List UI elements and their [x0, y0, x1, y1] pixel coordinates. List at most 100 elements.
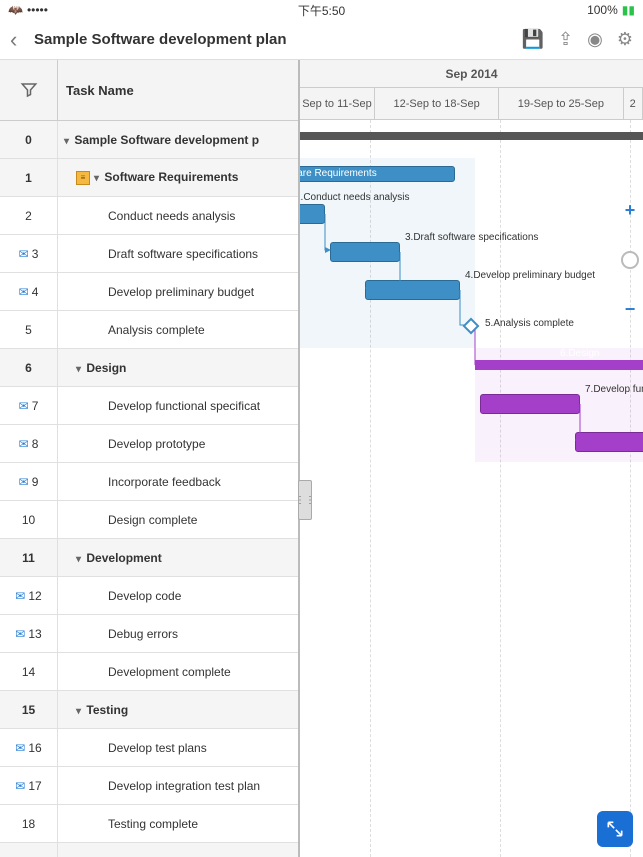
gantt-panel[interactable]: Sep 2014 Sep to 11-Sep 12-Sep to 18-Sep … [300, 60, 643, 857]
task-id-cell: 0 [0, 121, 58, 158]
task-id-cell: 19 [0, 843, 58, 857]
task-id-cell: 1 [0, 159, 58, 196]
page-title: Sample Software development plan [34, 31, 522, 48]
filter-button[interactable] [0, 60, 58, 120]
mail-icon: ✉ [15, 779, 25, 793]
task-name-cell: Development complete [58, 665, 298, 679]
task-id-cell: ✉16 [0, 729, 58, 766]
timeline-week: 12-Sep to 18-Sep [375, 88, 499, 120]
timeline-month: Sep 2014 [300, 60, 643, 88]
task-id-cell: ✉9 [0, 463, 58, 500]
task-name-cell: ▾ Design [58, 361, 298, 375]
task-row[interactable]: 10Design complete [0, 501, 298, 539]
task-name-cell: Testing complete [58, 817, 298, 831]
task-row[interactable]: ✉3Draft software specifications [0, 235, 298, 273]
gantt-label: 6.Design [560, 348, 599, 359]
task-name-cell: Develop prototype [58, 437, 298, 451]
mail-icon: ✉ [15, 627, 25, 641]
eye-icon[interactable]: ◉ [587, 29, 603, 50]
mail-icon: ✉ [19, 475, 29, 489]
task-row[interactable]: ✉4Develop preliminary budget [0, 273, 298, 311]
collapse-icon[interactable]: ▾ [76, 554, 81, 565]
task-name-cell: ▾ Testing [58, 703, 298, 717]
task-id-cell: 11 [0, 539, 58, 576]
task-name-cell: Draft software specifications [58, 247, 298, 261]
collapse-icon[interactable]: ▾ [76, 706, 81, 717]
task-name-cell: Develop code [58, 589, 298, 603]
task-row[interactable]: 6▾ Design [0, 349, 298, 387]
task-id-cell: ✉17 [0, 767, 58, 804]
task-row[interactable]: ✉17Develop integration test plan [0, 767, 298, 805]
batman-icon: 🦇 [8, 3, 23, 17]
task-row[interactable]: 5Analysis complete [0, 311, 298, 349]
collapse-icon[interactable]: ▾ [76, 364, 81, 375]
mail-icon: ✉ [19, 247, 29, 261]
task-id-cell: 15 [0, 691, 58, 728]
task-row[interactable]: 11▾ Development [0, 539, 298, 577]
task-row[interactable]: 1≡▾ Software Requirements [0, 159, 298, 197]
zoom-in-button[interactable]: + [625, 200, 636, 221]
timeline-week: Sep to 11-Sep [300, 88, 375, 120]
gantt-bar[interactable] [480, 394, 580, 414]
task-row[interactable]: 2Conduct needs analysis [0, 197, 298, 235]
task-name-cell: Debug errors [58, 627, 298, 641]
mail-icon: ✉ [19, 437, 29, 451]
task-row[interactable]: 18Testing complete [0, 805, 298, 843]
task-row[interactable]: ✉12Develop code [0, 577, 298, 615]
task-name-cell: ≡▾ Software Requirements [58, 170, 298, 185]
gantt-bar[interactable] [300, 204, 325, 224]
task-id-cell: ✉3 [0, 235, 58, 272]
gantt-bar[interactable] [330, 242, 400, 262]
task-list-panel: Task Name 0▾ Sample Software development… [0, 60, 300, 857]
task-name-cell: Conduct needs analysis [58, 209, 298, 223]
timeline-week: 19-Sep to 25-Sep [499, 88, 623, 120]
collapse-icon[interactable]: ▾ [94, 173, 99, 184]
status-time: 下午5:50 [298, 2, 345, 19]
task-id-cell: 6 [0, 349, 58, 386]
panel-splitter[interactable]: ⋮⋮ [298, 480, 312, 520]
mail-icon: ✉ [15, 741, 25, 755]
task-row[interactable]: ✉16Develop test plans [0, 729, 298, 767]
gantt-chart[interactable]: ware Requirements 2.Conduct needs analys… [300, 120, 643, 857]
gantt-bar[interactable] [575, 432, 643, 452]
task-row[interactable]: 19▾ Deployment [0, 843, 298, 857]
gantt-label: ware Requirements [300, 168, 377, 179]
collapse-icon[interactable]: ▾ [64, 136, 69, 147]
gantt-label: 2.Conduct needs analysis [300, 192, 410, 203]
column-header-task-name[interactable]: Task Name [58, 60, 298, 120]
task-row[interactable]: 15▾ Testing [0, 691, 298, 729]
task-row[interactable]: 0▾ Sample Software development p [0, 121, 298, 159]
gantt-label: 7.Develop fun [585, 384, 643, 395]
notes-icon: ≡ [76, 171, 90, 185]
dots-icon: ••••• [27, 3, 48, 17]
gantt-bar[interactable] [475, 360, 643, 370]
task-name-cell: Design complete [58, 513, 298, 527]
save-icon[interactable]: 💾 [522, 29, 544, 50]
share-icon[interactable]: ⇪ [558, 29, 573, 50]
zoom-out-button[interactable]: − [625, 299, 636, 320]
task-row[interactable]: ✉9Incorporate feedback [0, 463, 298, 501]
task-id-cell: 5 [0, 311, 58, 348]
task-row[interactable]: ✉7Develop functional specificat [0, 387, 298, 425]
timeline-week: 2 [624, 88, 643, 120]
battery-text: 100% [587, 3, 618, 17]
status-bar: 🦇 ••••• 下午5:50 100% ▮▮ [0, 0, 643, 20]
task-row[interactable]: ✉8Develop prototype [0, 425, 298, 463]
task-id-cell: 10 [0, 501, 58, 538]
task-name-cell: Develop preliminary budget [58, 285, 298, 299]
expand-button[interactable] [597, 811, 633, 847]
zoom-slider-thumb[interactable] [621, 251, 639, 269]
task-row[interactable]: ✉13Debug errors [0, 615, 298, 653]
task-row[interactable]: 14Development complete [0, 653, 298, 691]
gear-icon[interactable]: ⚙ [617, 29, 633, 50]
task-name-cell: ▾ Development [58, 551, 298, 565]
task-name-cell: Develop test plans [58, 741, 298, 755]
gantt-label: 3.Draft software specifications [405, 232, 538, 243]
task-id-cell: 18 [0, 805, 58, 842]
task-id-cell: 14 [0, 653, 58, 690]
gantt-bar-summary[interactable] [300, 132, 643, 140]
zoom-controls: + − [621, 200, 639, 320]
back-button[interactable]: ‹ [10, 27, 34, 53]
task-name-cell: Develop functional specificat [58, 399, 298, 413]
gantt-bar[interactable] [365, 280, 460, 300]
